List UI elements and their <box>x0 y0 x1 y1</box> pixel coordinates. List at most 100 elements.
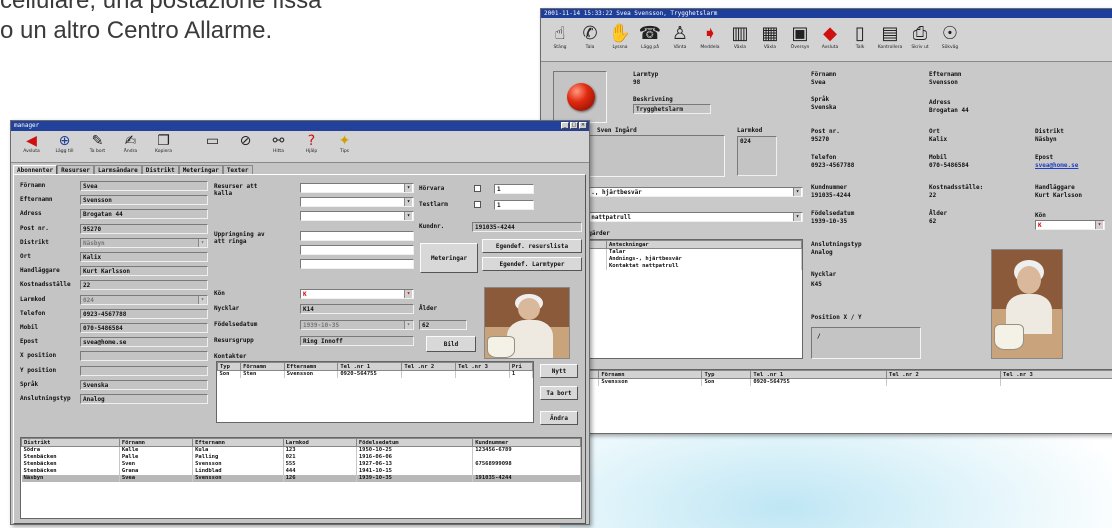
table-row[interactable]: Södra Kalle Kula 123 1950-10-25 123456-6789 <box>21 446 581 454</box>
contact-row[interactable]: Son Sten Svensson 0920-564755 1 <box>217 370 533 378</box>
form-field[interactable]: Brogatan 44 <box>80 209 208 220</box>
value-testlarm[interactable]: 1 <box>494 200 534 210</box>
form-field[interactable]: svea@home.se <box>80 337 208 348</box>
ta-bort-button[interactable]: Ta bort <box>540 386 578 400</box>
toolbar-button-13[interactable]: ☉ Sökväg <box>935 23 965 59</box>
table-row[interactable]: Stenbäcken Grana Lindblad 444 1941-10-15 <box>21 467 581 475</box>
call-field-3[interactable] <box>300 259 414 269</box>
toolbar-button-8[interactable]: ▣ Översyn <box>785 23 815 59</box>
contact-row[interactable]: Svensson Son 0920-564755 <box>582 378 1112 386</box>
toolbar-button-9[interactable]: ◆ Avsluta <box>815 23 845 59</box>
value-horvara[interactable]: 1 <box>494 184 534 194</box>
form-field[interactable] <box>80 351 208 362</box>
column-header[interactable]: Födelsedatum <box>355 438 474 447</box>
back-contacts-grid[interactable]: Förnamn Typ Tel .nr 1 Tel .nr 2 Tel .nr 3 Sv… <box>581 369 1112 433</box>
toolbar-button-11[interactable]: ▤ Kontrollera <box>875 23 905 59</box>
toolbar-button-10[interactable]: ▯ Talk <box>845 23 875 59</box>
form-field[interactable]: 024 <box>80 294 208 305</box>
form-field[interactable]: 22 <box>80 280 208 291</box>
form-field[interactable]: 95270 <box>80 223 208 234</box>
column-header[interactable]: Tel .nr 2 <box>886 370 1001 379</box>
minimize-button[interactable]: _ <box>561 122 569 129</box>
column-header[interactable]: Typ <box>217 362 242 371</box>
value-resursgrupp[interactable]: Ring Innoff <box>300 336 414 346</box>
toolbar-button-7[interactable]: ⚯ Hitta <box>262 133 295 160</box>
column-header[interactable]: Förnamn <box>598 370 703 379</box>
resource-combo-3[interactable] <box>300 211 414 221</box>
column-header[interactable]: Larmkod <box>282 438 357 447</box>
testlarm-checkbox[interactable] <box>474 201 481 208</box>
form-field[interactable]: Kalix <box>80 252 208 262</box>
call-field-1[interactable] <box>300 231 414 241</box>
dropdown-kon[interactable]: K <box>1035 220 1105 230</box>
form-field[interactable]: Analog <box>80 394 208 404</box>
form-field[interactable]: 0923-4567788 <box>80 308 208 319</box>
toolbar-button-6[interactable]: ▥ Växla <box>725 23 755 59</box>
fodelsedatum-field[interactable]: 1939-10-35 <box>300 320 414 330</box>
table-row[interactable]: Stenbäcken Palle Palling 021 1916-06-06 <box>21 453 581 461</box>
toolbar-button-12[interactable]: ⎙ Skriv ut <box>905 23 935 59</box>
resource-combo-2[interactable] <box>300 197 414 207</box>
toolbar-button-1[interactable]: ⊕ Lägg till <box>48 133 81 160</box>
toolbar-button-3[interactable]: ✍ Ändra <box>114 133 147 160</box>
value-epost[interactable]: svea@home.se <box>1035 162 1078 169</box>
toolbar-button-1[interactable]: ✆ Tala <box>575 23 605 59</box>
bild-button[interactable]: Bild <box>426 336 476 352</box>
table-row[interactable]: Stenbäcken Sven Svensson 555 1927-06-13 67568… <box>21 460 581 468</box>
close-button[interactable]: × <box>579 122 587 129</box>
toolbar-button-0[interactable]: ☝ Stäng <box>545 23 575 59</box>
meteringar-button[interactable]: Meteringar <box>420 243 478 273</box>
egen-larmtyper-button[interactable]: Egendef. Larmtyper <box>482 257 582 271</box>
column-header[interactable]: Tel .nr 1 <box>337 362 403 371</box>
column-header[interactable]: Pri <box>508 362 533 371</box>
column-header[interactable]: Efternamn <box>283 362 339 371</box>
column-header[interactable]: Tel .nr 1 <box>750 370 888 379</box>
toolbar-button-2[interactable]: ✎ Ta bort <box>81 133 114 160</box>
dropdown-symptom[interactable]: ..., hjärtbesvär <box>581 187 803 197</box>
form-field[interactable]: Svensson <box>80 195 208 206</box>
toolbar-button-6[interactable]: ⊘ <box>229 133 262 160</box>
form-field[interactable]: Svea <box>80 181 208 191</box>
toolbar-button-5[interactable]: ▭ <box>196 133 229 160</box>
toolbar-button-4[interactable]: ❐ Kopiera <box>147 133 180 160</box>
toolbar-button-5[interactable]: ➧ Meddela <box>695 23 725 59</box>
toolbar-button-9[interactable]: ✦ Tips <box>328 133 361 160</box>
maximize-button[interactable]: □ <box>570 122 578 129</box>
column-header[interactable]: Tel .nr 3 <box>1000 370 1112 379</box>
toolbar-label: Kontrollera <box>877 45 903 50</box>
column-header[interactable]: Distrikt <box>21 438 120 447</box>
kon-combo[interactable]: K <box>300 289 414 299</box>
column-header[interactable]: Förnamn <box>118 438 194 447</box>
label-adress: Adress <box>929 99 951 106</box>
subscriber-list[interactable]: Distrikt Förnamn Efternamn Larmkod Födelseda… <box>20 437 582 519</box>
column-header[interactable]: Typ <box>701 370 752 379</box>
form-field[interactable]: 070-5486584 <box>80 323 208 333</box>
notes-list[interactable]: Anteckningar Talar Andnings-, hjärtbesvä… <box>581 239 803 359</box>
andra-button[interactable]: Ändra <box>540 411 578 425</box>
form-field[interactable] <box>80 365 208 376</box>
column-header[interactable]: Tel .nr 2 <box>401 362 457 371</box>
call-field-2[interactable] <box>300 245 414 255</box>
value-nycklar[interactable]: K14 <box>300 304 414 314</box>
toolbar-button-4[interactable]: ♙ Vänta <box>665 23 695 59</box>
contacts-grid[interactable]: Typ Förnamn Efternamn Tel .nr 1 Tel .nr 2 Tel… <box>216 361 534 423</box>
dropdown-action[interactable]: t nattpatrull <box>581 212 803 222</box>
building2-icon: ▦ <box>761 23 779 44</box>
column-header[interactable]: Förnamn <box>240 362 285 371</box>
form-field[interactable]: Kurt Karlsson <box>80 266 208 277</box>
egen-resurslista-button[interactable]: Egendef. resurslista <box>482 239 582 253</box>
horvara-checkbox[interactable] <box>474 185 481 192</box>
column-header[interactable]: Tel .nr 3 <box>455 362 510 371</box>
toolbar-button-3[interactable]: ☎ Lägg på <box>635 23 665 59</box>
toolbar-button-2[interactable]: ✋ Lyssna <box>605 23 635 59</box>
toolbar-button-7[interactable]: ▦ Växla <box>755 23 785 59</box>
column-header[interactable]: Kundnummer <box>472 438 581 447</box>
toolbar-button-8[interactable]: ? Hjälp <box>295 133 328 160</box>
nytt-button[interactable]: Nytt <box>540 364 578 378</box>
form-field[interactable]: Näsbyn <box>80 237 208 248</box>
toolbar-button-0[interactable]: ◀ Avsluta <box>15 133 48 160</box>
table-row[interactable]: Näsbyn Svea Svensson 126 1939-10-35 191035-42… <box>21 474 581 482</box>
form-field[interactable]: Svenska <box>80 379 208 390</box>
column-header[interactable]: Efternamn <box>192 438 284 447</box>
resource-combo-1[interactable] <box>300 183 414 193</box>
